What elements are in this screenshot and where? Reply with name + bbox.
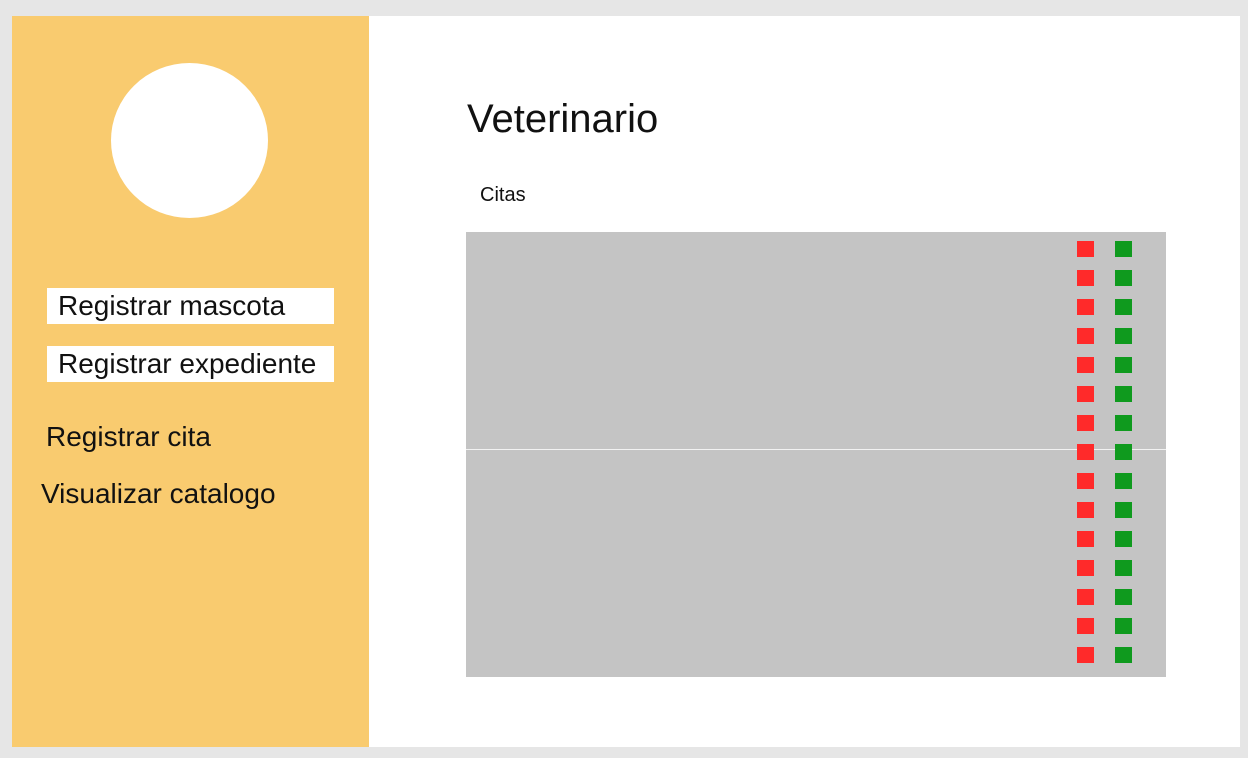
reject-cita-button[interactable] xyxy=(1077,241,1094,257)
reject-cita-button[interactable] xyxy=(1077,502,1094,518)
page-title: Veterinario xyxy=(467,97,659,141)
reject-cita-button[interactable] xyxy=(1077,328,1094,344)
sidebar-item-visualizar-catalogo[interactable]: Visualizar catalogo xyxy=(41,476,276,512)
citas-list-panel xyxy=(466,232,1166,677)
app-window: Registrar mascota Registrar expediente R… xyxy=(12,16,1240,747)
reject-cita-button[interactable] xyxy=(1077,299,1094,315)
avatar xyxy=(111,63,268,218)
accept-cita-button[interactable] xyxy=(1115,357,1132,373)
reject-cita-button[interactable] xyxy=(1077,444,1094,460)
sidebar-item-registrar-expediente[interactable]: Registrar expediente xyxy=(47,346,334,382)
accept-cita-button[interactable] xyxy=(1115,444,1132,460)
reject-cita-button[interactable] xyxy=(1077,415,1094,431)
sidebar-item-registrar-mascota[interactable]: Registrar mascota xyxy=(47,288,334,324)
reject-cita-button[interactable] xyxy=(1077,386,1094,402)
reject-cita-button[interactable] xyxy=(1077,589,1094,605)
reject-cita-button[interactable] xyxy=(1077,647,1094,663)
reject-cita-button[interactable] xyxy=(1077,560,1094,576)
sidebar: Registrar mascota Registrar expediente R… xyxy=(12,16,369,747)
accept-cita-button[interactable] xyxy=(1115,328,1132,344)
accept-cita-button[interactable] xyxy=(1115,589,1132,605)
accept-cita-button[interactable] xyxy=(1115,473,1132,489)
reject-cita-button[interactable] xyxy=(1077,357,1094,373)
accept-cita-button[interactable] xyxy=(1115,241,1132,257)
accept-cita-button[interactable] xyxy=(1115,647,1132,663)
panel-divider xyxy=(466,449,1166,450)
accept-cita-button[interactable] xyxy=(1115,299,1132,315)
accept-cita-button[interactable] xyxy=(1115,618,1132,634)
sidebar-item-registrar-cita[interactable]: Registrar cita xyxy=(46,419,211,455)
accept-cita-button[interactable] xyxy=(1115,531,1132,547)
reject-cita-button[interactable] xyxy=(1077,270,1094,286)
reject-cita-button[interactable] xyxy=(1077,618,1094,634)
citas-section-label: Citas xyxy=(480,184,526,206)
accept-cita-button[interactable] xyxy=(1115,270,1132,286)
accept-cita-button[interactable] xyxy=(1115,386,1132,402)
reject-cita-button[interactable] xyxy=(1077,531,1094,547)
accept-cita-button[interactable] xyxy=(1115,415,1132,431)
reject-cita-button[interactable] xyxy=(1077,473,1094,489)
accept-cita-button[interactable] xyxy=(1115,560,1132,576)
accept-cita-button[interactable] xyxy=(1115,502,1132,518)
